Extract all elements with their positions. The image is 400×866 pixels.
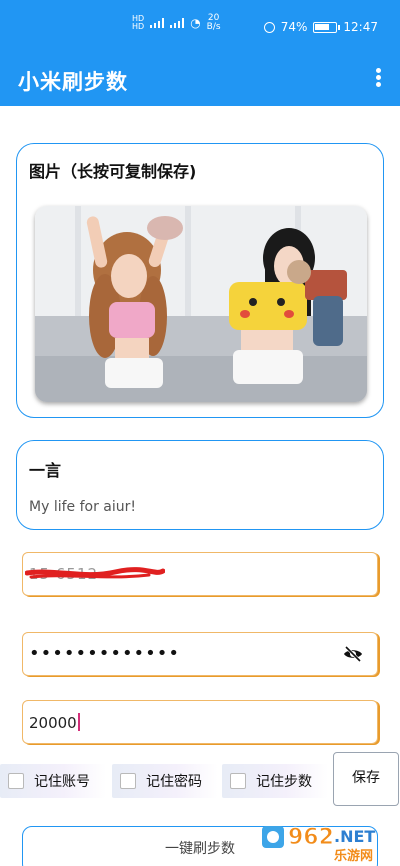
status-bar: HD HD ◔ 20 B/s 74% 12:47: [0, 0, 400, 40]
watermark-number: 962: [288, 825, 334, 850]
quote-text: My life for aiur!: [29, 499, 136, 515]
battery-icon: [313, 21, 341, 33]
redaction-scribble: [25, 567, 165, 579]
phone-input[interactable]: 15 6512: [22, 552, 378, 596]
app-title: 小米刷步数: [18, 70, 128, 94]
watermark-subtitle: 乐游网: [334, 848, 373, 864]
password-value: •••••••••••••: [29, 643, 181, 664]
password-input[interactable]: •••••••••••••: [22, 632, 378, 676]
save-button[interactable]: 保存: [333, 752, 399, 806]
photo-image[interactable]: [35, 206, 367, 402]
remember-steps-checkbox[interactable]: 记住步数: [222, 764, 328, 798]
steps-value: 20000: [29, 713, 80, 732]
remember-account-label: 记住账号: [34, 774, 90, 790]
wifi-icon: ◔: [190, 16, 201, 30]
text-caret: [77, 713, 80, 731]
net-speed: 20 B/s: [206, 13, 221, 32]
signal-icon-2: [170, 18, 185, 28]
alarm-icon: [263, 21, 275, 33]
image-card-title: 图片（长按可复制保存): [29, 162, 197, 181]
remember-account-checkbox[interactable]: 记住账号: [0, 764, 106, 798]
network-indicators: HD HD ◔ 20 B/s: [132, 14, 221, 32]
clock: 12:47: [343, 20, 378, 34]
more-vert-icon[interactable]: [374, 68, 382, 88]
photo-illustration: [35, 206, 367, 402]
watermark-logo: 962 .NET 乐游网: [262, 825, 375, 864]
remember-steps-label: 记住步数: [256, 774, 312, 790]
quote-card-title: 一言: [29, 461, 62, 480]
remember-password-checkbox[interactable]: 记住密码: [112, 764, 218, 798]
visibility-off-icon[interactable]: [343, 646, 363, 662]
watermark-suffix: .NET: [334, 827, 375, 846]
app-bar: 小米刷步数: [0, 40, 400, 106]
signal-icon: [150, 18, 165, 28]
hd-signal-icon: HD HD: [132, 14, 145, 31]
checkbox-box[interactable]: [8, 773, 24, 789]
checkbox-box[interactable]: [230, 773, 246, 789]
steps-input[interactable]: 20000: [22, 700, 378, 744]
image-card: 图片（长按可复制保存): [16, 143, 384, 418]
checkbox-box[interactable]: [120, 773, 136, 789]
status-right: 74% 12:47: [263, 20, 378, 34]
remember-password-label: 记住密码: [146, 774, 202, 790]
quote-card: 一言 My life for aiur!: [16, 440, 384, 530]
battery-percent: 74%: [280, 20, 308, 34]
